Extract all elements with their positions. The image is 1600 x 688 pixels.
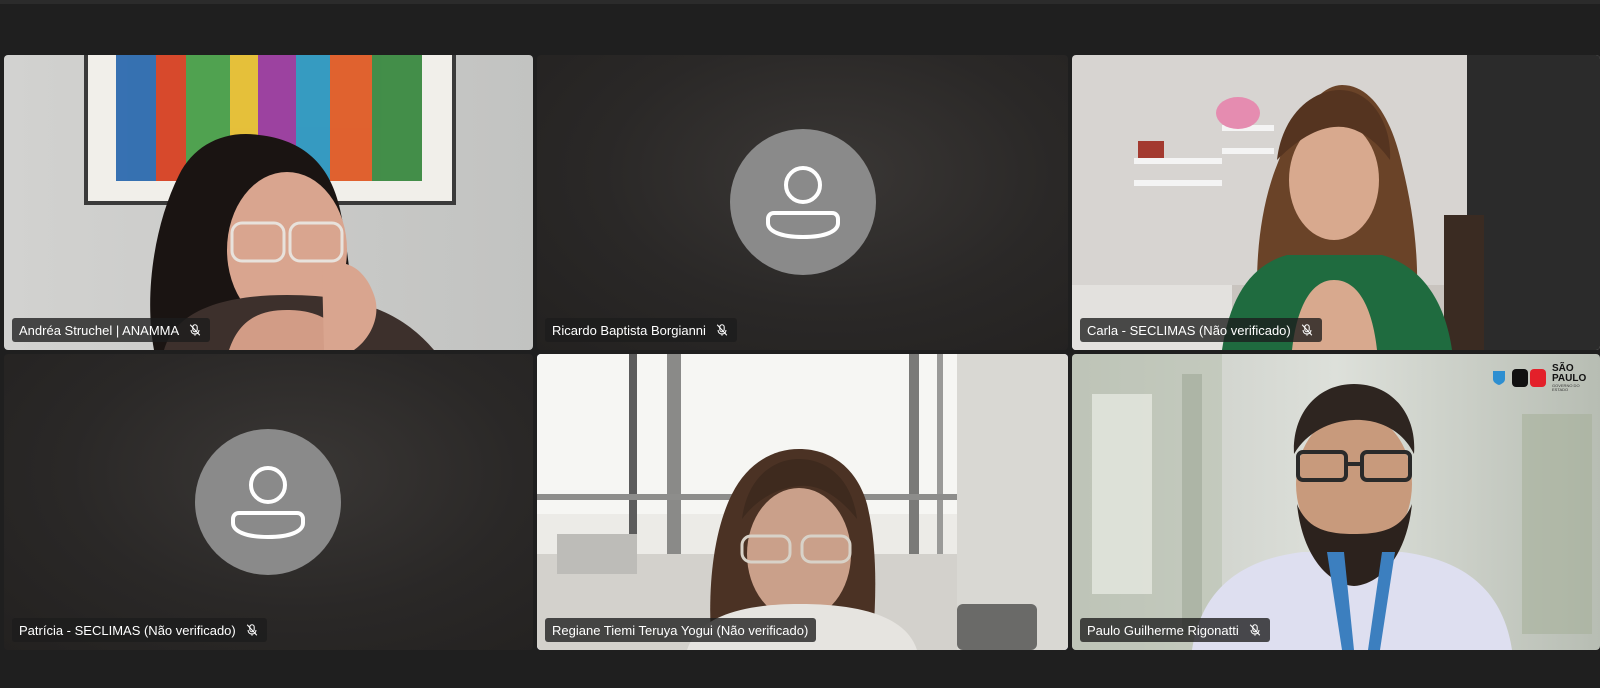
mic-off-icon [1301,324,1312,336]
video-feed [537,354,1068,650]
video-feed [1072,55,1600,350]
participant-name: Ricardo Baptista Borgianni [552,322,706,338]
window-top-bar [0,0,1600,4]
mic-off-icon [246,624,257,636]
mic-off-icon [189,324,201,336]
logo-text: SÃO PAULO [1552,363,1587,384]
participant-tile-patricia[interactable]: Patrícia - SECLIMAS (Não verificado) [4,354,533,650]
participant-name-badge: Patrícia - SECLIMAS (Não verificado) [12,618,267,642]
participant-name-badge: Andréa Struchel | ANAMMA [12,318,211,342]
sp-brand-icon [1512,369,1546,388]
participant-name: Regiane Tiemi Teruya Yogui (Não verifica… [552,622,809,638]
participant-avatar [195,429,341,575]
participant-name-badge: Regiane Tiemi Teruya Yogui (Não verifica… [545,618,817,642]
video-grid: Andréa Struchel | ANAMMA Ricardo Baptist… [4,55,1600,650]
participant-name: Patrícia - SECLIMAS (Não verificado) [19,622,236,638]
person-icon [766,166,840,239]
mic-off-icon [716,324,728,336]
person-icon [231,466,305,539]
participant-name: Andréa Struchel | ANAMMA [19,322,180,338]
participant-tile-carla[interactable]: Carla - SECLIMAS (Não verificado) [1072,55,1600,350]
video-feed [4,55,533,350]
participant-name: Paulo Guilherme Rigonatti [1087,622,1239,638]
shield-icon [1493,371,1505,386]
participant-tile-andrea[interactable]: Andréa Struchel | ANAMMA [4,55,533,350]
logo-subtext: GOVERNO DO ESTADO [1552,383,1580,393]
participant-tile-ricardo[interactable]: Ricardo Baptista Borgianni [537,55,1068,350]
participant-tile-regiane[interactable]: Regiane Tiemi Teruya Yogui (Não verifica… [537,354,1068,650]
participant-tile-paulo[interactable]: SÃO PAULO GOVERNO DO ESTADO Paulo Guilhe… [1072,354,1600,650]
participant-avatar [730,129,876,275]
participant-name-badge: Ricardo Baptista Borgianni [545,318,737,342]
sao-paulo-logo: SÃO PAULO GOVERNO DO ESTADO [1492,364,1586,393]
participant-name-badge: Carla - SECLIMAS (Não verificado) [1080,318,1322,342]
mic-off-icon [1249,624,1260,636]
participant-name: Carla - SECLIMAS (Não verificado) [1087,322,1291,338]
participant-name-badge: Paulo Guilherme Rigonatti [1080,618,1270,642]
video-feed [1072,354,1600,650]
